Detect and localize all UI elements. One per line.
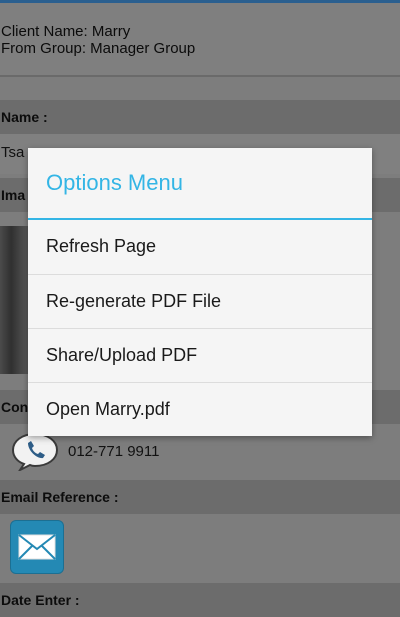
phone-number-text[interactable]: 012-771 9911 [68, 443, 159, 460]
email-section-header: Email Reference : [0, 480, 400, 514]
menu-item-open-pdf[interactable]: Open Marry.pdf [28, 383, 372, 436]
client-info-block: Client Name: Marry From Group: Manager G… [0, 3, 400, 77]
options-menu-dialog: Options Menu Refresh Page Re-generate PD… [28, 148, 372, 436]
menu-item-share-upload-pdf[interactable]: Share/Upload PDF [28, 329, 372, 382]
name-section-header: Name : [0, 100, 400, 134]
mail-icon[interactable] [10, 520, 64, 574]
menu-item-refresh-page[interactable]: Refresh Page [28, 220, 372, 273]
dialog-title: Options Menu [46, 170, 183, 195]
date-section-header: Date Enter : [0, 583, 400, 617]
document-image-thumbnail[interactable] [0, 226, 28, 374]
phone-icon[interactable] [10, 431, 60, 473]
menu-item-regenerate-pdf[interactable]: Re-generate PDF File [28, 275, 372, 328]
client-group-text: From Group: Manager Group [1, 40, 196, 57]
name-value-text: Tsa [1, 144, 25, 161]
client-name-text: Client Name: Marry [1, 23, 131, 40]
